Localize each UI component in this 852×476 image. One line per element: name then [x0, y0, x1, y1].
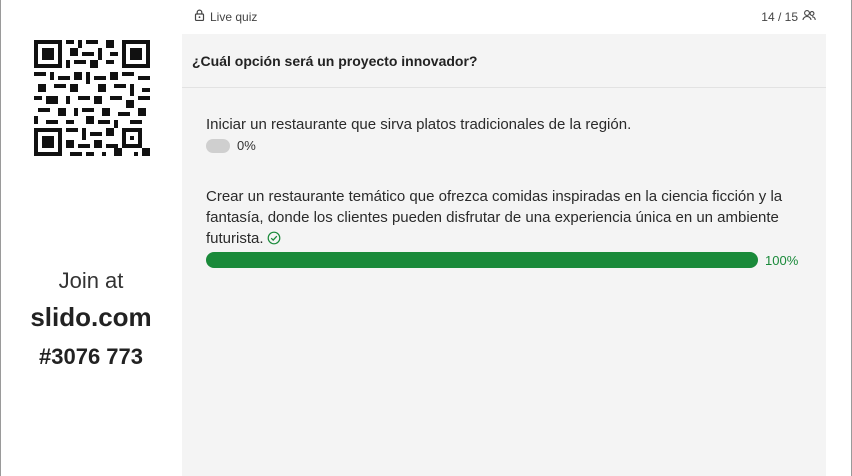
option-2-percent: 100%	[765, 252, 799, 268]
top-bar: Live quiz 14 / 15	[182, 0, 826, 32]
participant-count: 14 / 15	[761, 9, 816, 24]
option-2-result: 100%	[206, 252, 798, 268]
option-1-bar	[206, 138, 230, 153]
join-panel: Join at slido.com #3076 773	[0, 0, 182, 476]
join-label: Join at	[58, 268, 124, 293]
option-2-text: Crear un restaurante temático que ofrezc…	[206, 188, 783, 247]
option-1-text: Iniciar un restaurante que sirva platos …	[206, 116, 632, 133]
check-circle-icon	[267, 230, 281, 251]
participant-count-text: 14 / 15	[761, 9, 798, 24]
lock-icon	[194, 9, 205, 24]
event-code: #3076 773	[39, 344, 143, 369]
qr-code	[34, 40, 150, 156]
people-icon	[802, 9, 816, 24]
question-title: ¿Cuál opción será un proyecto innovador?	[192, 53, 478, 69]
live-quiz-indicator: Live quiz	[194, 9, 257, 24]
option-1-result: 0%	[206, 138, 256, 153]
option-1-percent: 0%	[237, 138, 256, 153]
live-quiz-label: Live quiz	[210, 9, 258, 24]
option-2-bar	[206, 252, 758, 268]
quiz-card: ¿Cuál opción será un proyecto innovador?…	[182, 34, 826, 476]
option-2: Crear un restaurante temático que ofrezc…	[206, 186, 796, 251]
divider	[182, 87, 826, 88]
join-domain: slido.com	[30, 302, 152, 332]
